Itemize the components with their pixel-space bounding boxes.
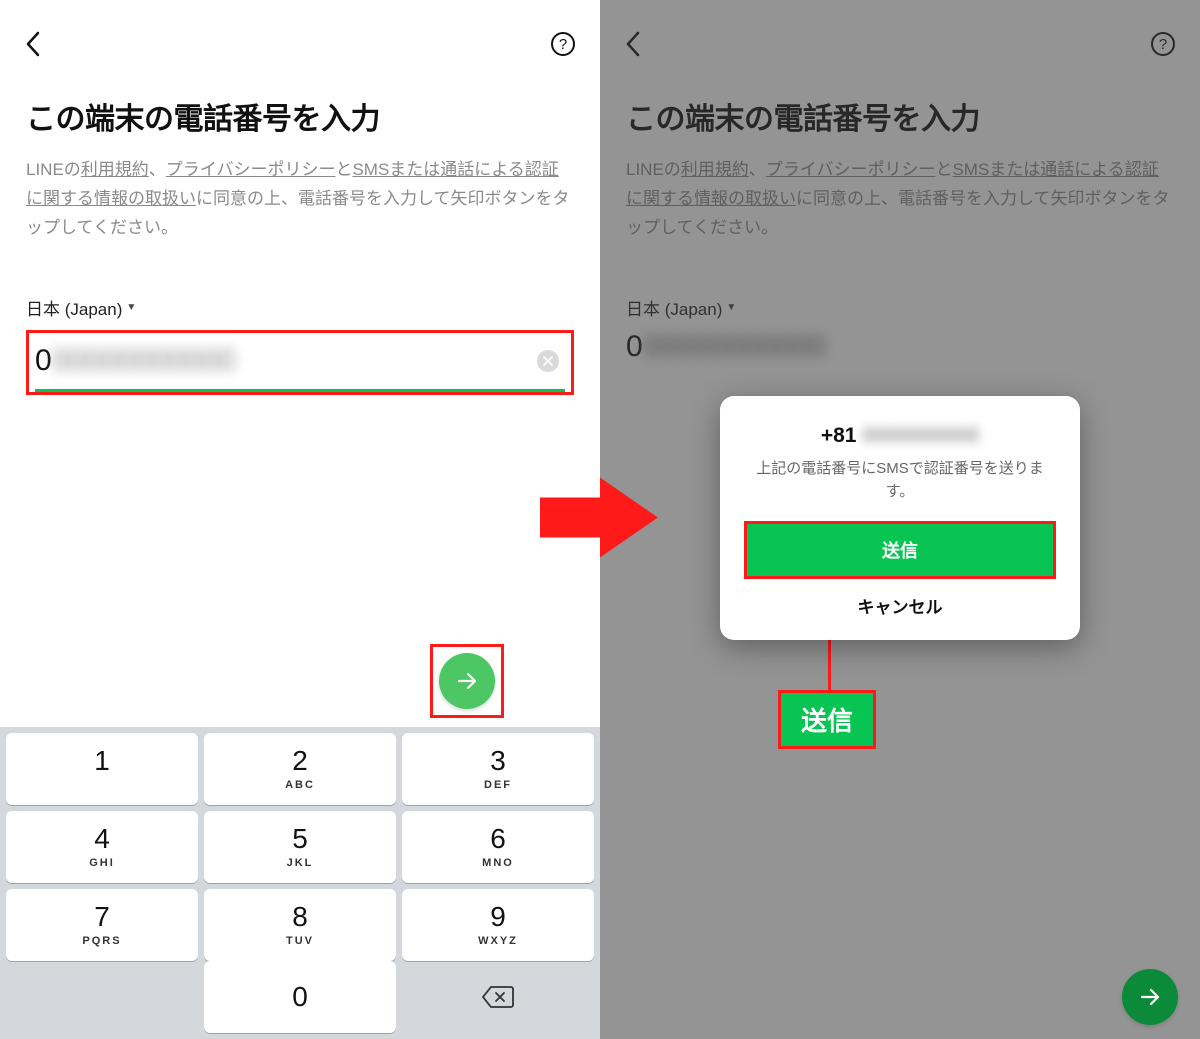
keypad-key-2[interactable]: 2ABC [204, 733, 396, 805]
dialog-message: 上記の電話番号にSMSで認証番号を送ります。 [744, 458, 1056, 503]
annotation-box-send: 送信 [744, 521, 1056, 579]
keypad-key-1[interactable]: 1 [6, 733, 198, 805]
annotation-box-phone: 000000000000 [26, 330, 574, 395]
right-screen: ? この端末の電話番号を入力 LINEの利用規約、プライバシーポリシーとSMSま… [600, 0, 1200, 1039]
description-text: LINEの利用規約、プライバシーポリシーとSMSまたは通話による認証に関する情報… [26, 156, 574, 243]
cancel-button[interactable]: キャンセル [744, 593, 1056, 618]
back-icon[interactable] [24, 30, 44, 58]
chevron-down-icon: ▼ [126, 302, 136, 313]
clear-icon[interactable] [537, 350, 559, 372]
keypad-key-8[interactable]: 8TUV [204, 889, 396, 961]
keypad-blank [6, 961, 198, 1033]
keypad-key-0[interactable]: 0 [204, 961, 396, 1033]
keypad-key-6[interactable]: 6MNO [402, 811, 594, 883]
numeric-keypad: 1 2ABC3DEF 4GHI5JKL6MNO 7PQRS8TUV9WXYZ 0 [0, 727, 600, 1039]
link-privacy[interactable]: プライバシーポリシー [166, 160, 336, 179]
next-button[interactable] [1122, 969, 1178, 1025]
keypad-key-9[interactable]: 9WXYZ [402, 889, 594, 961]
flow-arrow-icon [540, 467, 660, 572]
dialog-phone-number: +81 0000000000 [744, 424, 1056, 448]
help-icon[interactable]: ? [550, 31, 576, 57]
keypad-key-3[interactable]: 3DEF [402, 733, 594, 805]
page-title: この端末の電話番号を入力 [26, 94, 574, 138]
left-screen: ? この端末の電話番号を入力 LINEの利用規約、プライバシーポリシーとSMSま… [0, 0, 600, 1039]
phone-input[interactable]: 000000000000 [35, 337, 565, 385]
keypad-key-7[interactable]: 7PQRS [6, 889, 198, 961]
link-terms[interactable]: 利用規約 [81, 160, 149, 179]
annotation-callout-send: 送信 [778, 690, 876, 749]
confirm-dialog: +81 0000000000 上記の電話番号にSMSで認証番号を送ります。 送信… [720, 396, 1080, 640]
backspace-icon[interactable] [402, 961, 594, 1033]
send-button[interactable]: 送信 [747, 524, 1053, 576]
input-underline [35, 389, 565, 392]
country-label: 日本 (Japan) [26, 295, 122, 320]
next-button[interactable] [439, 653, 495, 709]
keypad-key-5[interactable]: 5JKL [204, 811, 396, 883]
svg-text:?: ? [559, 36, 567, 53]
annotation-box-fab [430, 644, 504, 718]
country-selector[interactable]: 日本 (Japan) ▼ [26, 295, 574, 320]
keypad-key-4[interactable]: 4GHI [6, 811, 198, 883]
